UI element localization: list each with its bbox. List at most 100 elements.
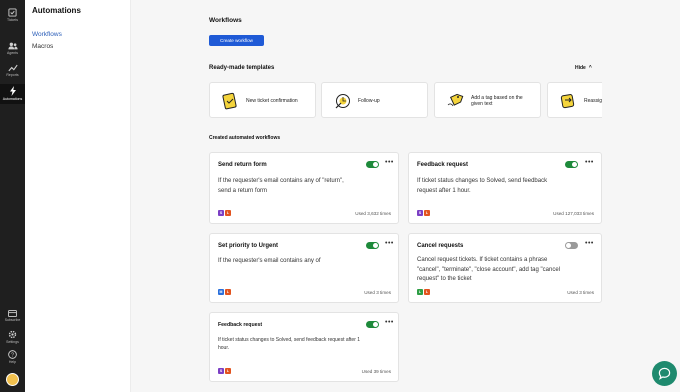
badge: L	[417, 289, 423, 295]
create-workflow-button[interactable]: Create workflow	[209, 35, 264, 46]
template-label: Reassign	[584, 97, 602, 104]
channel-badges: S L	[218, 210, 231, 216]
rail-label: Help	[8, 360, 17, 364]
rail-item-tickets[interactable]: Tickets	[0, 5, 25, 27]
workflow-title: Feedback request	[218, 322, 263, 328]
templates-heading: Ready-made templates	[209, 65, 275, 71]
channel-badges: M L	[218, 289, 231, 295]
more-options-icon[interactable]: •••	[385, 240, 394, 247]
badge: L	[424, 210, 430, 216]
chat-button[interactable]	[652, 361, 677, 386]
page-title: Workflows	[209, 17, 242, 24]
templates-carousel: New ticket confirmation Follow-up Add a …	[209, 82, 602, 118]
sidebar-item-macros[interactable]: Macros	[32, 43, 53, 50]
automations-sidebar: Automations Workflows Macros	[25, 0, 131, 392]
badge: S	[218, 368, 224, 374]
workflow-toggle[interactable]	[366, 321, 379, 328]
workflow-description: If the requester's email contains any of…	[218, 178, 344, 194]
workflow-card[interactable]: Set priority to Urgent ••• If the reques…	[209, 233, 399, 303]
rail-label: Subscribe	[4, 318, 21, 322]
subscribe-icon	[8, 310, 17, 317]
usage-count: Used 3,632 times	[355, 211, 391, 216]
template-label: Follow-up	[358, 97, 380, 104]
help-icon: ?	[8, 350, 17, 359]
template-label: New ticket confirmation	[246, 97, 298, 104]
channel-badges: L L	[417, 289, 430, 295]
badge: L	[424, 289, 430, 295]
toggle-knob	[572, 162, 577, 167]
hide-templates-button[interactable]: Hide ^	[575, 65, 592, 71]
ticket-icon	[222, 92, 237, 110]
rail-item-reports[interactable]: Reports	[0, 64, 25, 84]
reassign-icon	[560, 94, 575, 109]
badge: L	[225, 289, 231, 295]
usage-count: Used 3 times	[567, 290, 594, 295]
channel-badges: S L	[218, 368, 231, 374]
template-card[interactable]: Follow-up	[321, 82, 428, 118]
workflow-toggle[interactable]	[565, 242, 578, 249]
app-root: Tickets Agents Reports Automations Subsc…	[0, 0, 680, 392]
settings-icon	[8, 330, 17, 339]
badge: S	[218, 210, 224, 216]
chevron-up-icon: ^	[588, 65, 592, 71]
tag-icon	[447, 93, 464, 107]
workflow-card[interactable]: Send return form ••• If the requester's …	[209, 152, 399, 224]
main-content: Workflows Create workflow Ready-made tem…	[131, 0, 680, 392]
workflow-description: If ticket status changes to Solved, send…	[218, 337, 361, 351]
workflow-card[interactable]: Feedback request ••• If ticket status ch…	[408, 152, 602, 224]
chat-bubble-icon	[658, 367, 671, 380]
badge: L	[225, 368, 231, 374]
workflow-description: Cancel request tickets. If ticket contai…	[417, 257, 560, 282]
automations-icon	[9, 86, 16, 96]
rail-item-settings[interactable]: Settings	[0, 330, 25, 346]
workflow-description: If the requester's email contains any of	[218, 258, 321, 264]
workflow-card[interactable]: Feedback request ••• If ticket status ch…	[209, 312, 399, 382]
usage-count: Used 127,033 times	[553, 211, 594, 216]
workflow-title: Send return form	[218, 162, 267, 168]
workflow-toggle[interactable]	[366, 242, 379, 249]
more-options-icon[interactable]: •••	[585, 159, 594, 166]
usage-count: Used 3 times	[364, 290, 391, 295]
toggle-knob	[373, 162, 378, 167]
sidebar-item-workflows[interactable]: Workflows	[32, 31, 62, 38]
agents-icon	[7, 42, 18, 50]
icon-rail: Tickets Agents Reports Automations Subsc…	[0, 0, 25, 392]
more-options-icon[interactable]: •••	[385, 159, 394, 166]
rail-label: Automations	[2, 97, 23, 101]
rail-label: Settings	[6, 340, 19, 344]
workflow-title: Cancel requests	[417, 243, 464, 249]
workflow-card[interactable]: Cancel requests ••• Cancel request ticke…	[408, 233, 602, 303]
more-options-icon[interactable]: •••	[585, 240, 594, 247]
rail-item-help[interactable]: ? Help	[0, 350, 25, 366]
created-workflows-heading: Created automated workflows	[209, 135, 281, 141]
template-card[interactable]: Add a tag based on the given text	[434, 82, 541, 118]
follow-up-icon	[335, 94, 350, 109]
workflow-description: If ticket status changes to Solved, send…	[417, 178, 548, 194]
hide-label: Hide	[575, 65, 586, 71]
workflow-title: Set priority to Urgent	[218, 243, 279, 249]
toggle-knob	[373, 322, 378, 327]
template-card[interactable]: Reassign	[547, 82, 602, 118]
badge: L	[225, 210, 231, 216]
more-options-icon[interactable]: •••	[385, 319, 394, 326]
sidebar-title: Automations	[32, 6, 81, 15]
rail-item-automations[interactable]: Automations	[0, 84, 25, 104]
avatar[interactable]	[6, 373, 19, 386]
rail-label: Reports	[6, 73, 19, 77]
rail-label: Agents	[7, 51, 18, 55]
channel-badges: S L	[417, 210, 430, 216]
workflow-toggle[interactable]	[565, 161, 578, 168]
tickets-icon	[8, 8, 17, 17]
toggle-knob	[373, 243, 378, 248]
usage-count: Used 39 times	[361, 369, 391, 374]
badge: M	[218, 289, 224, 295]
rail-item-subscribe[interactable]: Subscribe	[0, 310, 25, 326]
workflow-toggle[interactable]	[366, 161, 379, 168]
reports-icon	[7, 64, 18, 72]
svg-text:?: ?	[11, 353, 14, 359]
template-card[interactable]: New ticket confirmation	[209, 82, 316, 118]
rail-item-agents[interactable]: Agents	[0, 42, 25, 62]
template-label: Add a tag based on the given text	[471, 94, 523, 108]
badge: S	[417, 210, 423, 216]
toggle-knob	[566, 243, 571, 248]
